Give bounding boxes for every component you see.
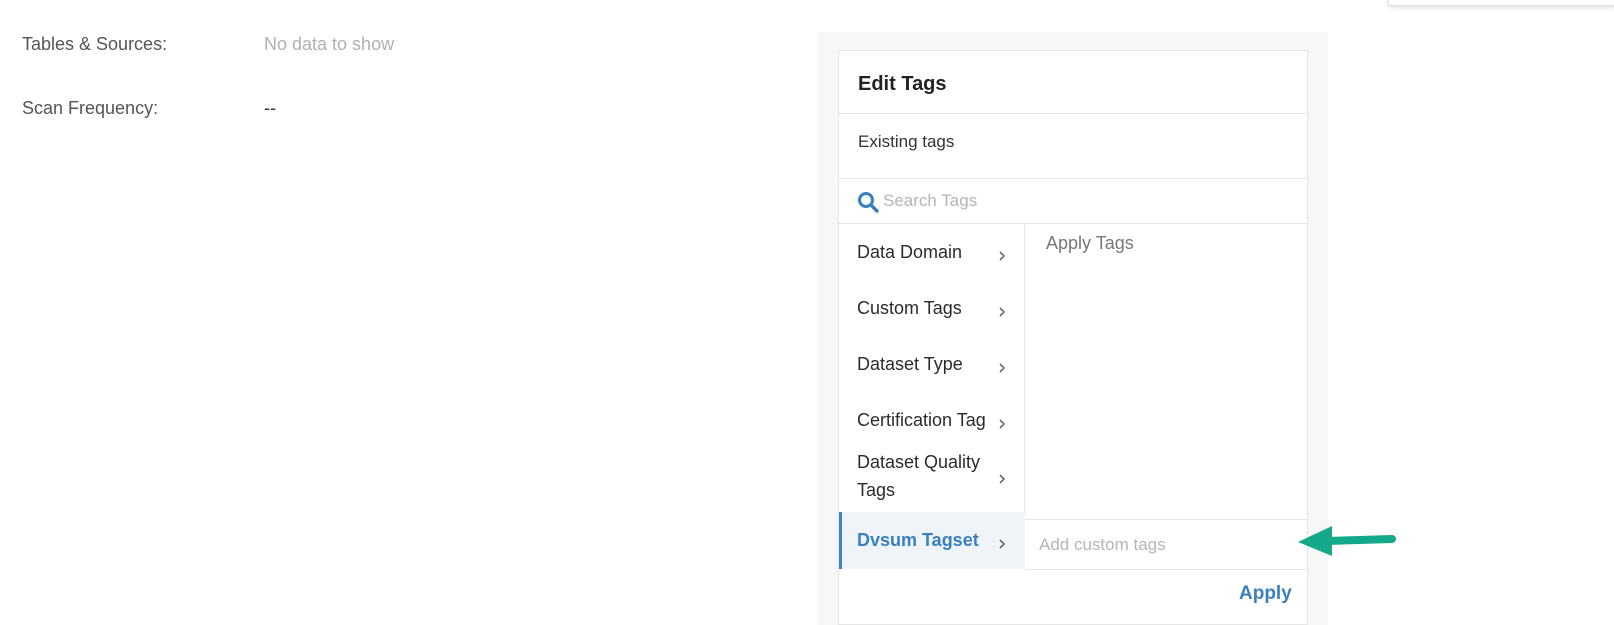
category-item-data-domain[interactable]: Data Domain <box>839 224 1025 280</box>
apply-tags-area: Apply Tags <box>1025 224 1307 519</box>
apply-tags-title: Apply Tags <box>1046 233 1134 253</box>
tag-search-bar <box>839 179 1307 224</box>
custom-tag-row <box>1025 519 1307 570</box>
tag-category-list: Data Domain Custom Tags Dataset Type Cer… <box>839 224 1025 569</box>
category-label: Dvsum Tagset <box>857 530 979 550</box>
category-item-custom-tags[interactable]: Custom Tags <box>839 280 1025 336</box>
arrow-left-icon <box>1296 522 1398 558</box>
category-label: Dataset Type <box>857 354 963 374</box>
chevron-right-icon <box>997 416 1007 429</box>
chevron-right-icon <box>997 360 1007 373</box>
chevron-right-icon <box>997 536 1007 549</box>
existing-tags-label: Existing tags <box>858 132 955 151</box>
search-tags-input[interactable] <box>883 187 1283 215</box>
category-label: Data Domain <box>857 242 963 262</box>
edit-tags-header: Edit Tags <box>839 51 1307 114</box>
category-label: Certification Tag <box>857 410 986 430</box>
category-item-certification-tag[interactable]: Certification Tag <box>839 392 1025 448</box>
existing-tags-section: Existing tags <box>839 114 1307 179</box>
category-label: Custom Tags <box>857 298 962 318</box>
edit-tags-title: Edit Tags <box>858 73 947 95</box>
chevron-right-icon <box>997 471 1007 484</box>
scan-frequency-label: Scan Frequency: <box>22 98 159 118</box>
search-icon <box>857 191 879 213</box>
category-item-dvsum-tagset[interactable]: Dvsum Tagset <box>839 512 1025 569</box>
chevron-right-icon <box>997 304 1007 317</box>
scan-frequency-value: -- <box>264 98 276 118</box>
chevron-right-icon <box>997 248 1007 261</box>
category-item-dataset-quality-tags[interactable]: Dataset Quality Tags <box>839 448 1025 504</box>
tables-sources-label: Tables & Sources: <box>22 34 168 54</box>
apply-button[interactable]: Apply <box>1239 583 1292 605</box>
edit-tags-panel: Edit Tags Existing tags Data Domain Cust… <box>838 50 1308 625</box>
dropdown-menu-edge <box>1388 0 1614 6</box>
category-item-dataset-type[interactable]: Dataset Type <box>839 336 1025 392</box>
add-custom-tags-input[interactable] <box>1039 531 1289 559</box>
category-label: Dataset Quality Tags <box>857 452 981 500</box>
tables-sources-value: No data to show <box>264 34 395 54</box>
